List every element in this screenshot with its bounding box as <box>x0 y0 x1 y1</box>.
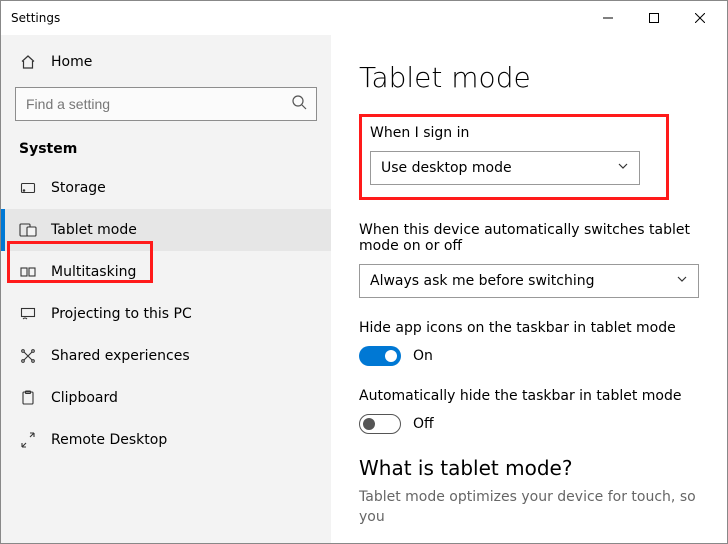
storage-icon <box>19 179 37 197</box>
what-description: Tablet mode optimizes your device for to… <box>359 488 699 527</box>
search-icon <box>291 94 307 114</box>
sidebar-item-label: Clipboard <box>51 390 118 406</box>
hide-icons-state: On <box>413 348 433 364</box>
sidebar-item-label: Shared experiences <box>51 348 190 364</box>
search-input[interactable] <box>15 87 317 121</box>
window-title: Settings <box>11 11 585 25</box>
sidebar-item-remote[interactable]: Remote Desktop <box>1 419 331 461</box>
window-controls <box>585 3 723 33</box>
title-bar: Settings <box>1 1 727 35</box>
multitasking-icon <box>19 263 37 281</box>
highlight-signin: When I sign in Use desktop mode <box>359 114 669 200</box>
sidebar: Home System Storage <box>1 35 331 543</box>
home-icon <box>19 53 37 71</box>
autoswitch-label: When this device automatically switches … <box>359 222 699 254</box>
sidebar-item-tablet-mode[interactable]: Tablet mode <box>1 209 331 251</box>
page-title: Tablet mode <box>359 61 699 94</box>
minimize-button[interactable] <box>585 3 631 33</box>
hide-taskbar-state: Off <box>413 416 434 432</box>
hide-taskbar-toggle-row: Off <box>359 414 699 434</box>
section-label: System <box>1 135 331 167</box>
autoswitch-group: When this device automatically switches … <box>359 222 699 298</box>
sidebar-item-label: Projecting to this PC <box>51 306 192 322</box>
close-button[interactable] <box>677 3 723 33</box>
signin-label: When I sign in <box>370 125 648 141</box>
sidebar-item-storage[interactable]: Storage <box>1 167 331 209</box>
chevron-down-icon <box>617 160 629 176</box>
hide-taskbar-group: Automatically hide the taskbar in tablet… <box>359 388 699 434</box>
sidebar-item-label: Multitasking <box>51 264 136 280</box>
window-body: Home System Storage <box>1 35 727 543</box>
hide-icons-toggle[interactable] <box>359 346 401 366</box>
hide-taskbar-toggle[interactable] <box>359 414 401 434</box>
maximize-button[interactable] <box>631 3 677 33</box>
hide-icons-label: Hide app icons on the taskbar in tablet … <box>359 320 699 336</box>
sidebar-item-shared[interactable]: Shared experiences <box>1 335 331 377</box>
clipboard-icon <box>19 389 37 407</box>
remote-desktop-icon <box>19 431 37 449</box>
sidebar-item-projecting[interactable]: Projecting to this PC <box>1 293 331 335</box>
signin-dropdown-value: Use desktop mode <box>381 160 512 176</box>
hide-icons-group: Hide app icons on the taskbar in tablet … <box>359 320 699 366</box>
nav-list: Storage Tablet mode Multitasking <box>1 167 331 461</box>
sidebar-item-multitasking[interactable]: Multitasking <box>1 251 331 293</box>
home-label: Home <box>51 54 92 70</box>
home-nav[interactable]: Home <box>1 43 331 81</box>
shared-experiences-icon <box>19 347 37 365</box>
chevron-down-icon <box>676 273 688 289</box>
hide-icons-toggle-row: On <box>359 346 699 366</box>
search-wrapper <box>15 87 317 121</box>
autoswitch-dropdown[interactable]: Always ask me before switching <box>359 264 699 298</box>
what-heading: What is tablet mode? <box>359 456 699 480</box>
settings-window: Settings Home <box>0 0 728 544</box>
signin-dropdown[interactable]: Use desktop mode <box>370 151 640 185</box>
autoswitch-dropdown-value: Always ask me before switching <box>370 273 595 289</box>
tablet-mode-icon <box>19 221 37 239</box>
projecting-icon <box>19 305 37 323</box>
sidebar-item-label: Storage <box>51 180 106 196</box>
sidebar-item-label: Remote Desktop <box>51 432 167 448</box>
hide-taskbar-label: Automatically hide the taskbar in tablet… <box>359 388 699 404</box>
content-pane: Tablet mode When I sign in Use desktop m… <box>331 35 727 543</box>
sidebar-item-clipboard[interactable]: Clipboard <box>1 377 331 419</box>
sidebar-item-label: Tablet mode <box>51 222 137 238</box>
